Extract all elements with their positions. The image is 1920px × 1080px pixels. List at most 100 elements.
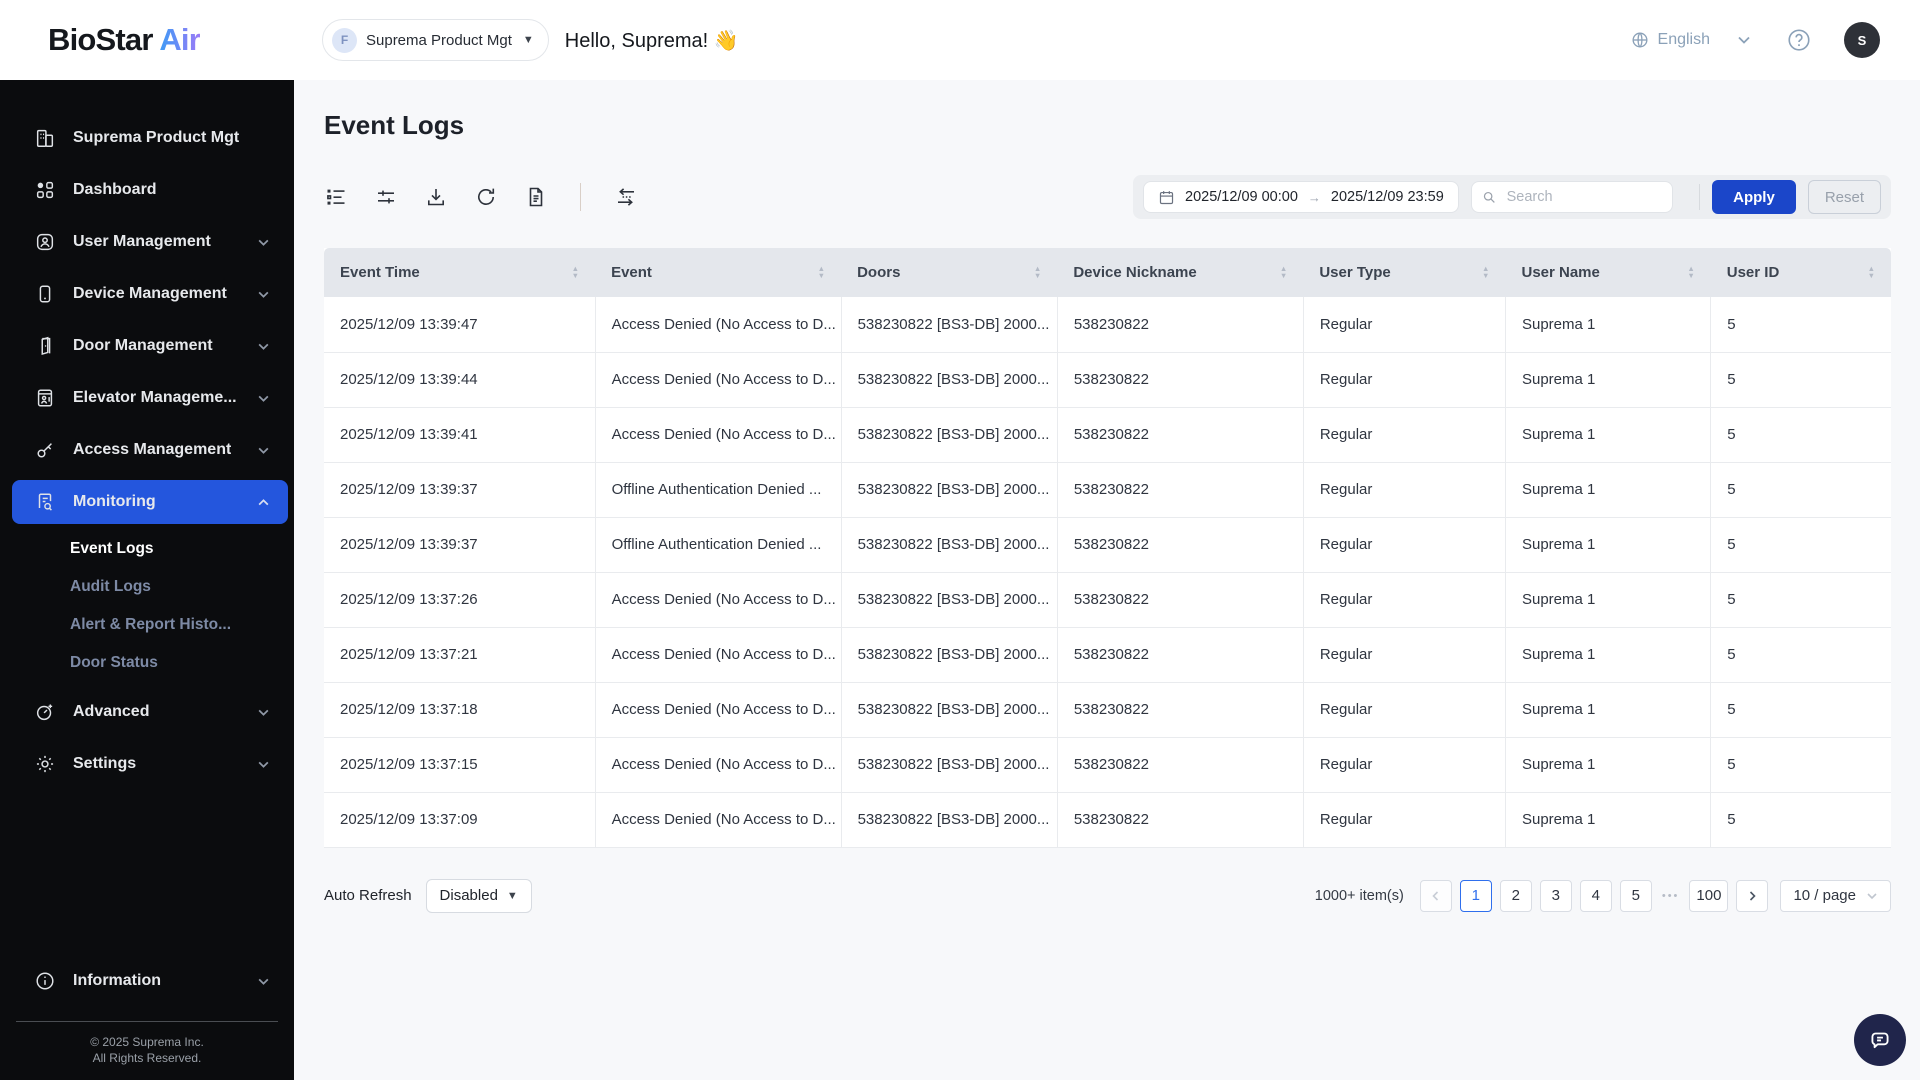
chat-support-button[interactable] [1854,1014,1906,1066]
cell-user_name: Suprema 1 [1505,737,1712,793]
sort-icon[interactable]: ▲ ▼ [1280,265,1287,279]
table-row[interactable]: 2025/12/09 13:39:37 Offline Authenticatio… [324,462,1891,518]
column-label: Doors [857,264,901,281]
date-range-picker[interactable]: 2025/12/09 00:00 → 2025/12/09 23:59 [1143,181,1459,213]
sidebar-subitem-door-status[interactable]: Door Status [0,644,294,682]
download-icon[interactable] [424,185,448,209]
table-row[interactable]: 2025/12/09 13:39:41 Access Denied (No Acc… [324,407,1891,463]
column-header-doors[interactable]: Doors ▲ ▼ [841,248,1058,297]
sort-icon[interactable]: ▲ ▼ [572,265,579,279]
refresh-icon[interactable] [474,185,498,209]
column-header-user_id[interactable]: User ID ▲ ▼ [1710,248,1891,297]
filter-sliders-icon[interactable] [374,185,398,209]
sidebar-item-label: Dashboard [73,181,157,198]
cell-event_time: 2025/12/09 13:39:37 [324,462,596,518]
sidebar-item-monitoring[interactable]: Monitoring [12,480,288,524]
cell-device_nickname: 538230822 [1057,517,1304,573]
cell-event: Access Denied (No Access to D... [595,627,842,683]
report-document-icon[interactable] [524,185,548,209]
page-button-100[interactable]: 100 [1689,879,1729,912]
chevron-down-icon [258,343,269,350]
page-buttons: 12345 [1459,879,1652,912]
table-row[interactable]: 2025/12/09 13:37:15 Access Denied (No Acc… [324,737,1891,793]
sort-icon[interactable]: ▲ ▼ [1034,265,1041,279]
page-button-3[interactable]: 3 [1539,879,1572,912]
search-input[interactable] [1504,188,1662,206]
sidebar-item-suprema-product-mgt[interactable]: Suprema Product Mgt [12,116,288,160]
organization-selector[interactable]: F Suprema Product Mgt ▼ [322,19,549,61]
logo-text-biostar: BioStar [48,22,153,57]
previous-page-button[interactable] [1419,879,1452,912]
sidebar-item-label: Advanced [73,703,150,720]
column-header-user_type[interactable]: User Type ▲ ▼ [1303,248,1506,297]
next-page-button[interactable] [1736,879,1769,912]
cell-device_nickname: 538230822 [1057,297,1304,353]
logo-text-air: Air [159,22,200,57]
sidebar-subitem-event-logs[interactable]: Event Logs [0,530,294,568]
sidebar-item-dashboard[interactable]: Dashboard [12,168,288,212]
page-button-2[interactable]: 2 [1499,879,1532,912]
table-row[interactable]: 2025/12/09 13:37:21 Access Denied (No Acc… [324,627,1891,683]
sidebar-item-label: User Management [73,233,211,250]
page-size-select[interactable]: 10 / page [1780,879,1891,912]
apply-button[interactable]: Apply [1712,180,1796,214]
column-header-device_nickname[interactable]: Device Nickname ▲ ▼ [1057,248,1304,297]
sidebar-item-advanced[interactable]: Advanced [12,690,288,734]
help-icon[interactable] [1786,27,1812,53]
info-icon [36,972,54,990]
table-row[interactable]: 2025/12/09 13:39:44 Access Denied (No Acc… [324,352,1891,408]
cell-user_type: Regular [1303,352,1506,408]
sidebar-subitem-alert-report-history[interactable]: Alert & Report Histo... [0,606,294,644]
sidebar-item-device-management[interactable]: Device Management [12,272,288,316]
cell-event_time: 2025/12/09 13:37:18 [324,682,596,738]
user-avatar[interactable]: S [1844,22,1880,58]
cell-event_time: 2025/12/09 13:37:09 [324,792,596,848]
door-icon [41,336,51,356]
column-label: User Type [1319,264,1391,281]
table-body: 2025/12/09 13:39:47 Access Denied (No Acc… [324,297,1891,848]
column-header-event[interactable]: Event ▲ ▼ [595,248,842,297]
chevron-down-icon [258,447,269,454]
cell-device_nickname: 538230822 [1057,462,1304,518]
page-button-1[interactable]: 1 [1459,879,1492,912]
chevron-down-icon[interactable] [1736,32,1752,48]
sidebar-item-user-management[interactable]: User Management [12,220,288,264]
sidebar-item-door-management[interactable]: Door Management [12,324,288,368]
sidebar-subitem-audit-logs[interactable]: Audit Logs [0,568,294,606]
table-row[interactable]: 2025/12/09 13:37:26 Access Denied (No Acc… [324,572,1891,628]
language-selector[interactable]: English [1630,30,1710,50]
table-row[interactable]: 2025/12/09 13:37:09 Access Denied (No Acc… [324,792,1891,848]
cell-user_id: 5 [1710,627,1891,683]
column-header-user_name[interactable]: User Name ▲ ▼ [1505,248,1711,297]
copyright-text: © 2025 Suprema Inc. All Rights Reserved. [90,1035,204,1065]
table-row[interactable]: 2025/12/09 13:39:37 Offline Authenticatio… [324,517,1891,573]
sort-icon[interactable]: ▲ ▼ [1482,265,1489,279]
page-button-5[interactable]: 5 [1619,879,1652,912]
cell-event_time: 2025/12/09 13:37:15 [324,737,596,793]
page-button-4[interactable]: 4 [1579,879,1612,912]
table-row[interactable]: 2025/12/09 13:39:47 Access Denied (No Acc… [324,297,1891,353]
sidebar-item-label: Settings [73,755,137,772]
cell-user_id: 5 [1710,462,1891,518]
transfer-arrows-icon[interactable] [613,185,639,209]
cell-user_name: Suprema 1 [1505,462,1712,518]
sidebar-item-access-management[interactable]: Access Management [12,428,288,472]
reset-button[interactable]: Reset [1807,180,1881,214]
cell-user_type: Regular [1303,297,1506,353]
auto-refresh-select[interactable]: Disabled ▼ [425,878,532,913]
column-settings-icon[interactable] [324,185,348,209]
sidebar-item-settings[interactable]: Settings [12,742,288,786]
chevron-down-icon [258,239,269,246]
table-row[interactable]: 2025/12/09 13:37:18 Access Denied (No Acc… [324,682,1891,738]
device-icon [39,285,51,303]
auto-refresh-label: Auto Refresh [324,887,412,904]
sidebar-item-elevator-management[interactable]: Elevator Manageme... [12,376,288,420]
cell-user_type: Regular [1303,682,1506,738]
cell-user_type: Regular [1303,627,1506,683]
sort-icon[interactable]: ▲ ▼ [1687,265,1694,279]
sort-icon[interactable]: ▲ ▼ [818,265,825,279]
sort-icon[interactable]: ▲ ▼ [1868,265,1875,279]
sidebar-item-information[interactable]: Information [12,959,288,1003]
column-header-event_time[interactable]: Event Time ▲ ▼ [324,248,596,297]
cell-device_nickname: 538230822 [1057,682,1304,738]
